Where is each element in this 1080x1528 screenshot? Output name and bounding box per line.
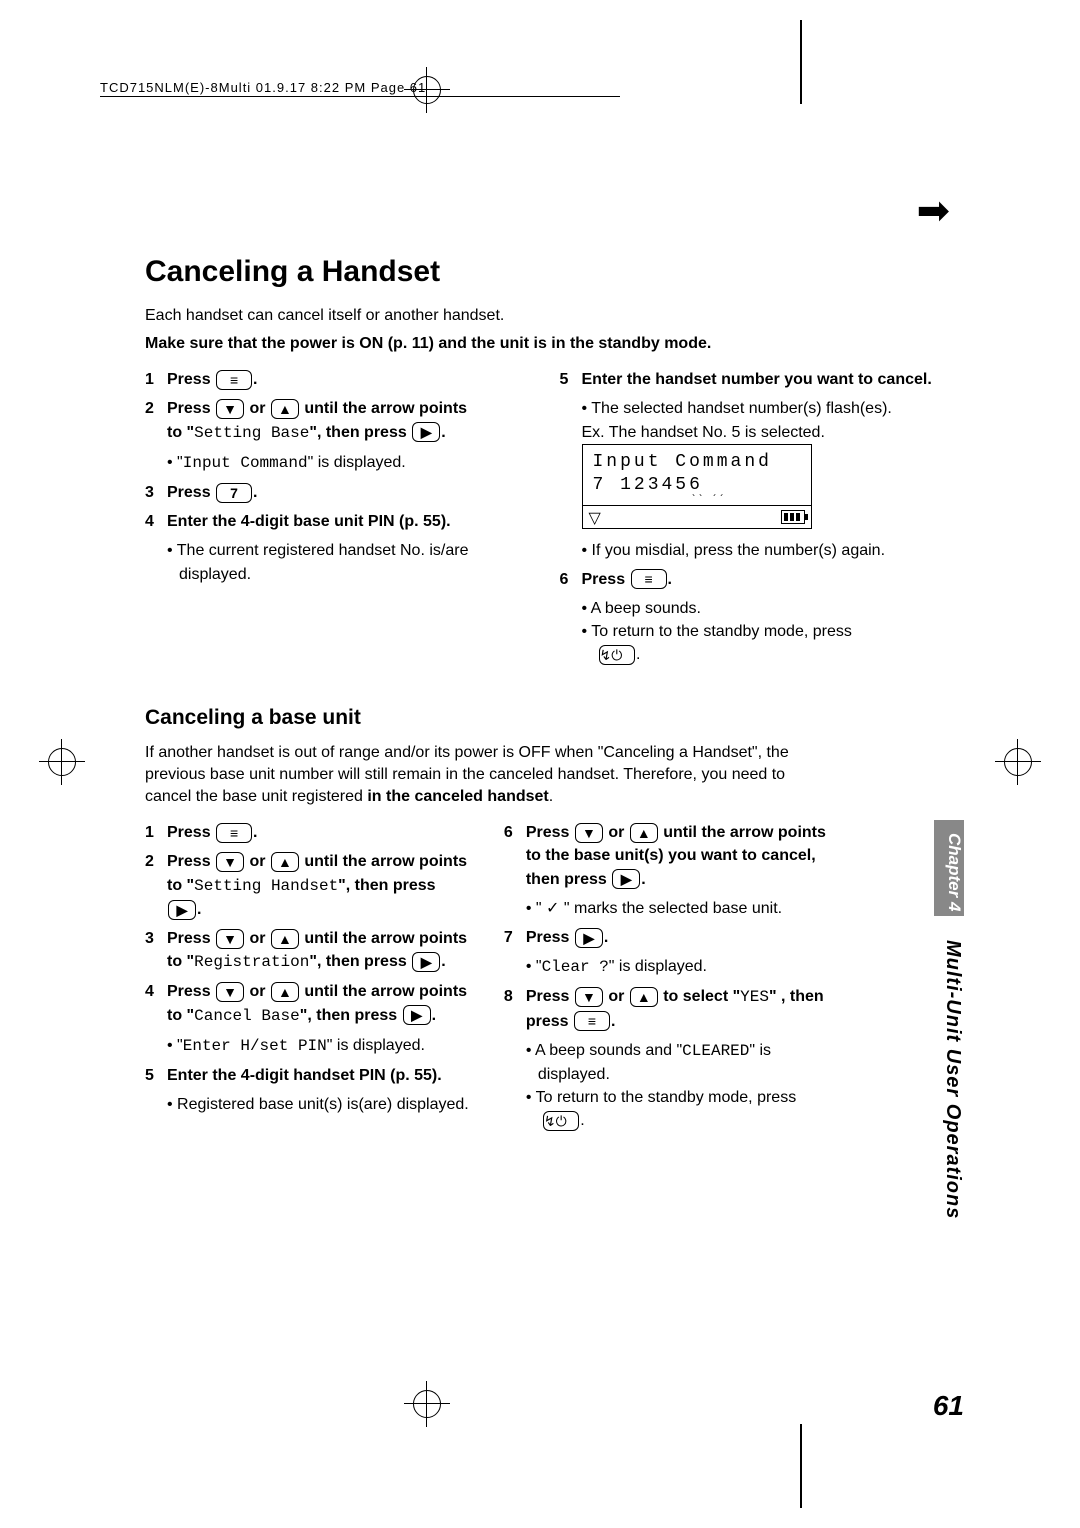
step-4: 4 Enter the 4-digit base unit PIN (p. 55… [145,510,526,533]
b-step-8-note-1: A beep sounds and "CLEARED" is displayed… [526,1039,829,1086]
subsection-title: Canceling a base unit [145,706,940,730]
down-key-icon: ▼ [575,823,603,843]
page: TCD715NLM(E)-8Multi 01.9.17 8:22 PM Page… [0,0,1080,1528]
blink-marks: ՝՝ ՛՛ [691,498,801,503]
step-1: 1 Press ≡. [145,368,526,391]
up-key-icon: ▲ [630,987,658,1007]
intro-text: Each handset can cancel itself or anothe… [145,305,940,327]
down-key-icon: ▼ [216,982,244,1002]
antenna-icon: ▽ [589,508,601,528]
step-4-note: The current registered handset No. is/ar… [167,539,526,585]
right-key-icon: ▶ [403,1005,431,1025]
b-step-7: 7 Press ▶. [504,926,829,949]
step-5-example-label: Ex. The handset No. 5 is selected. [582,421,941,444]
right-key-icon: ▶ [612,869,640,889]
section-2-right: 6 Press ▼ or ▲ until the arrow points to… [504,815,829,1132]
print-header: TCD715NLM(E)-8Multi 01.9.17 8:22 PM Page… [100,80,426,95]
right-key-icon: ▶ [168,900,196,920]
b-step-6: 6 Press ▼ or ▲ until the arrow points to… [504,821,829,891]
up-key-icon: ▲ [271,852,299,872]
step-5: 5 Enter the handset number you want to c… [560,368,941,391]
menu-key-icon: ≡ [216,823,252,843]
b-step-2: 2 Press ▼ or ▲ until the arrow points to… [145,850,470,921]
page-number: 61 [933,1390,964,1422]
intro-warning: Make sure that the power is ON (p. 11) a… [145,333,940,355]
section-1-columns: 1 Press ≡. 2 Press ▼ or ▲ until the arro… [145,362,940,666]
step-3: 3 Press 7. [145,481,526,504]
trim-bar-bottom [800,1424,802,1508]
up-key-icon: ▲ [271,982,299,1002]
down-key-icon: ▼ [216,852,244,872]
b-step-6-note: " ✓ " marks the selected base unit. [526,897,829,920]
section-2-left: 1 Press ≡. 2 Press ▼ or ▲ until the arro… [145,815,470,1132]
crop-mark-right [1004,748,1032,776]
right-key-icon: ▶ [412,422,440,442]
power-key-icon: ↯⏻ [599,645,635,665]
lcd-row-1: Input Command [593,451,801,474]
subsection-intro: If another handset is out of range and/o… [145,742,829,807]
power-key-icon: ↯⏻ [543,1111,579,1131]
right-key-icon: ▶ [575,928,603,948]
step-2: 2 Press ▼ or ▲ until the arrow points to… [145,397,526,444]
chapter-tab: Chapter 4 [934,820,964,916]
down-key-icon: ▼ [216,929,244,949]
page-title: Canceling a Handset [145,255,940,289]
down-key-icon: ▼ [575,987,603,1007]
step-6: 6 Press ≡. [560,568,941,591]
b-step-1: 1 Press ≡. [145,821,470,844]
next-page-arrow-icon: ➡ [916,188,950,234]
section-2-columns: 1 Press ≡. 2 Press ▼ or ▲ until the arro… [145,815,829,1132]
menu-key-icon: ≡ [574,1011,610,1031]
step-5-note-2: If you misdial, press the number(s) agai… [582,539,941,562]
b-step-5-note: Registered base unit(s) is(are) displaye… [167,1093,470,1116]
menu-key-icon: ≡ [216,370,252,390]
menu-key-icon: ≡ [631,569,667,589]
b-step-3: 3 Press ▼ or ▲ until the arrow points to… [145,927,470,974]
header-rule [100,96,620,97]
crop-mark-bottom [413,1390,441,1418]
right-key-icon: ▶ [412,952,440,972]
step-6-note-2: To return to the standby mode, press ↯⏻. [582,620,941,666]
up-key-icon: ▲ [271,929,299,949]
b-step-4-note: "Enter H/set PIN" is displayed. [167,1034,470,1058]
trim-bar-top [800,20,802,104]
down-key-icon: ▼ [216,399,244,419]
crop-mark-top [413,76,441,104]
chapter-title-vertical: Multi-Unit User Operations [941,940,964,1219]
b-step-8-note-2: To return to the standby mode, press ↯⏻. [526,1086,829,1132]
content-area: Canceling a Handset Each handset can can… [145,255,940,1133]
b-step-7-note: "Clear ?" is displayed. [526,955,829,979]
b-step-8: 8 Press ▼ or ▲ to select "YES" , then pr… [504,985,829,1032]
section-1-left: 1 Press ≡. 2 Press ▼ or ▲ until the arro… [145,362,526,666]
b-step-4: 4 Press ▼ or ▲ until the arrow points to… [145,980,470,1027]
step-6-note-1: A beep sounds. [582,597,941,620]
lcd-display: Input Command 7 123456 ՝՝ ՛՛ ▽ [582,444,812,529]
battery-icon [781,510,805,524]
step-5-note: The selected handset number(s) flash(es)… [582,397,941,420]
crop-mark-left [48,748,76,776]
step-2-note: "Input Command" is displayed. [167,451,526,475]
up-key-icon: ▲ [271,399,299,419]
seven-key-icon: 7 [216,483,252,503]
up-key-icon: ▲ [630,823,658,843]
b-step-5: 5 Enter the 4-digit handset PIN (p. 55). [145,1064,470,1087]
section-1-right: 5 Enter the handset number you want to c… [560,362,941,666]
